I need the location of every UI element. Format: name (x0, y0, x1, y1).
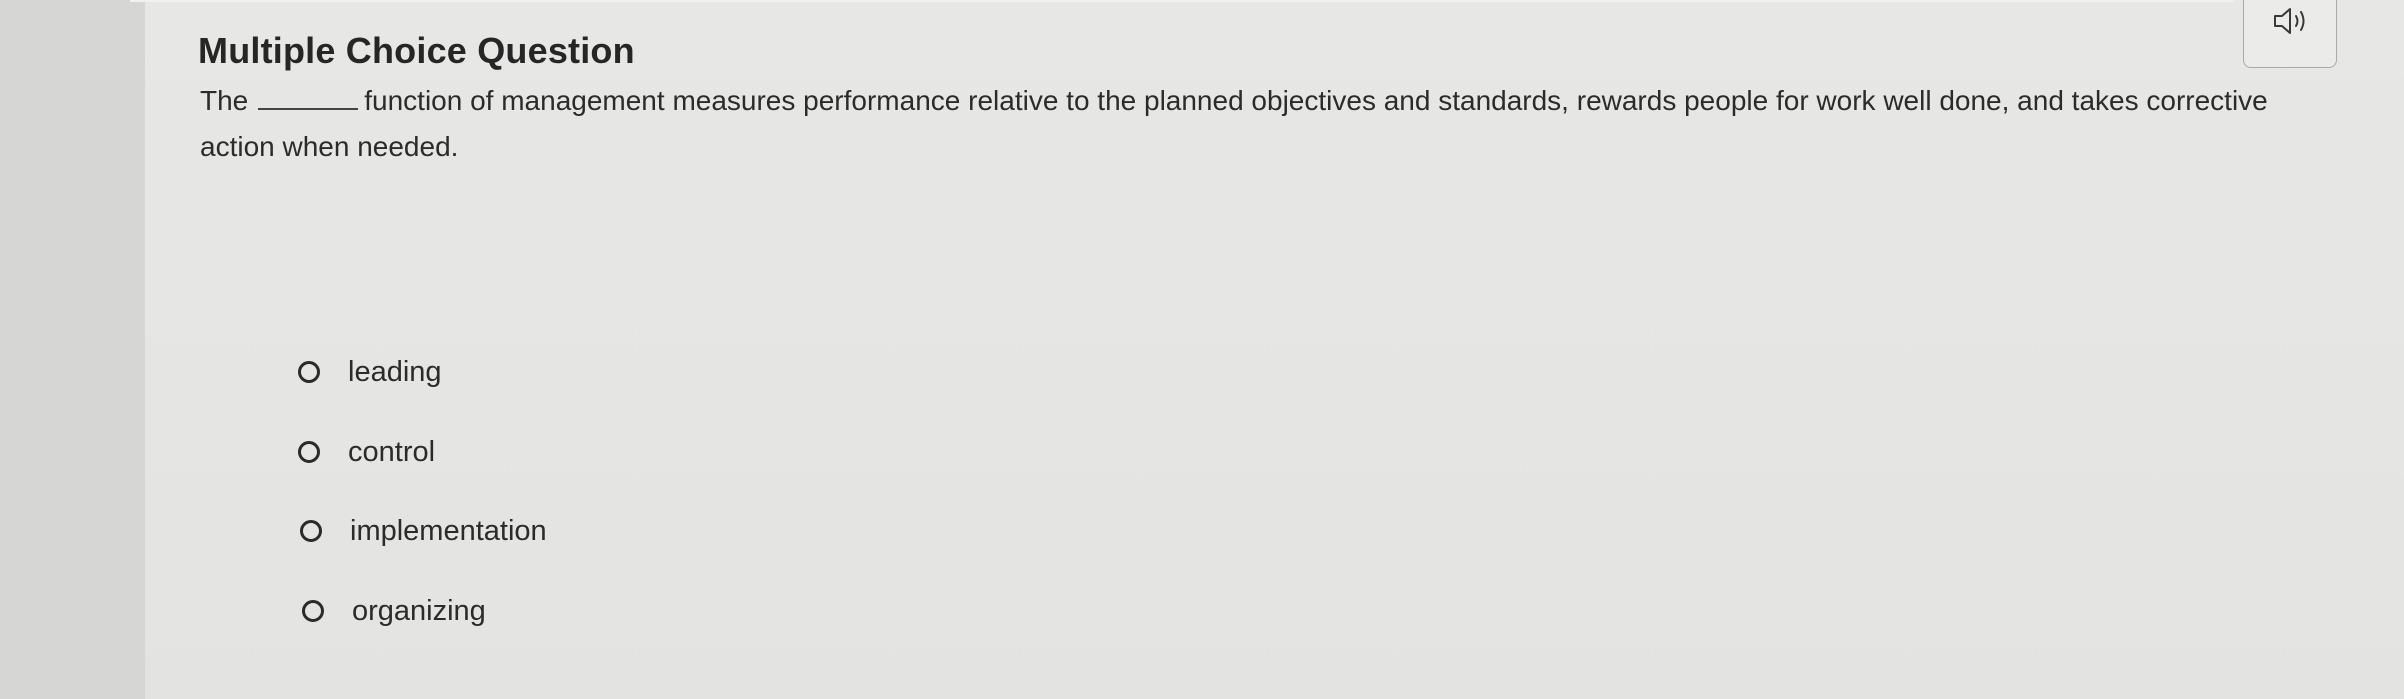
question-prompt: The function of management measures perfo… (200, 78, 2300, 170)
prompt-text-start: The (200, 85, 249, 116)
choice-label: control (348, 435, 436, 468)
question-type-title: Multiple Choice Question (198, 30, 635, 71)
choice-organizing[interactable]: organizing (302, 589, 486, 633)
choice-control[interactable]: control (298, 430, 435, 474)
speaker-icon (2274, 8, 2305, 34)
radio-button[interactable] (302, 600, 324, 622)
choice-label: organizing (352, 594, 486, 627)
read-aloud-button[interactable] (2243, 0, 2337, 68)
choice-implementation[interactable]: implementation (300, 509, 547, 553)
prompt-text-end: function of management measures performa… (200, 85, 2268, 162)
radio-button[interactable] (300, 520, 322, 542)
radio-button[interactable] (298, 441, 320, 463)
choice-leading[interactable]: leading (298, 350, 442, 394)
left-gutter (0, 0, 145, 699)
top-divider (130, 0, 2234, 2)
radio-button[interactable] (298, 361, 320, 383)
fill-in-blank (258, 82, 359, 110)
choice-label: implementation (350, 514, 547, 547)
choice-label: leading (348, 355, 442, 388)
